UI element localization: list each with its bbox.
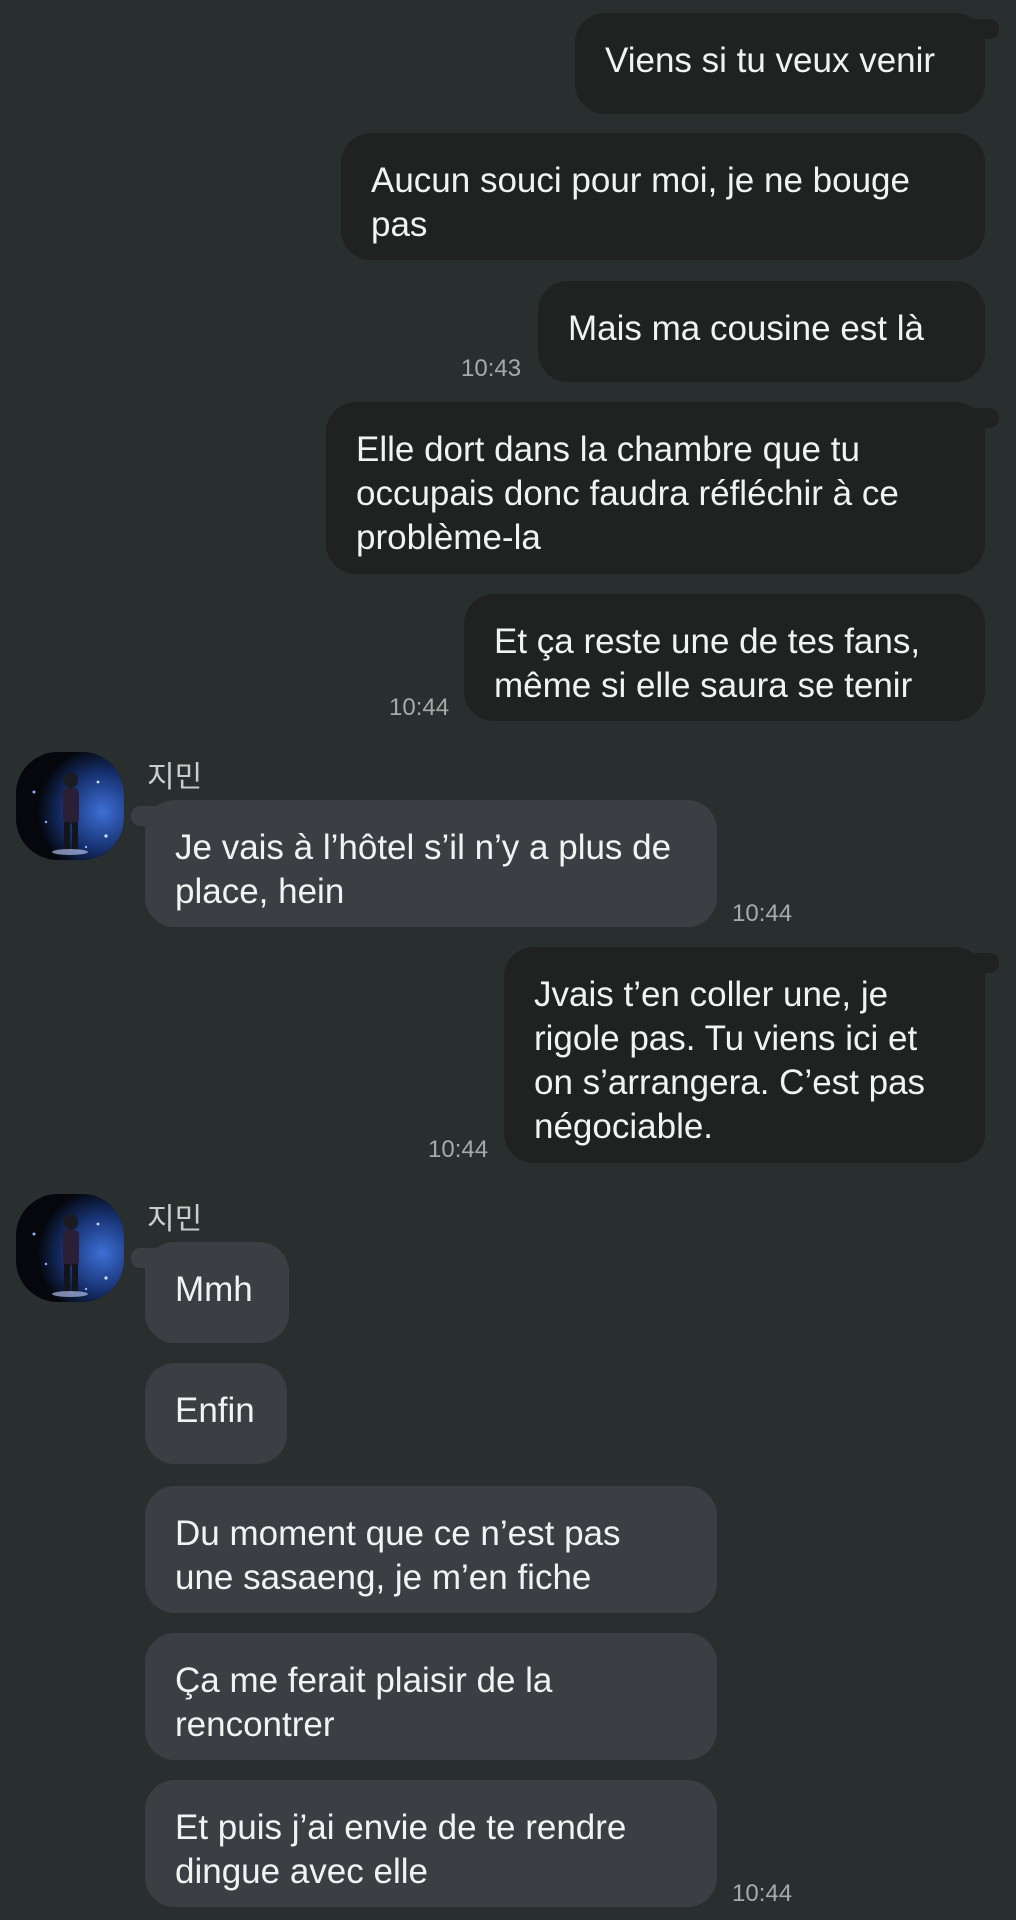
message-bubble-sent[interactable]: Viens si tu veux venir [575,13,999,114]
message-bubble-received[interactable]: Et puis j’ai envie de te rendre dingue a… [145,1780,717,1907]
message-text: Mmh [175,1270,253,1309]
avatar-image [16,752,124,860]
avatar-image [16,1194,124,1302]
message-timestamp: 10:44 [732,900,793,927]
chat-thread[interactable]: Viens si tu veux venir Aucun souci pour … [0,0,1016,1920]
message-text: Ça me ferait plaisir de la rencontrer [175,1661,553,1744]
message-bubble-received[interactable]: Ça me ferait plaisir de la rencontrer [145,1633,717,1760]
sender-name: 지민 [147,760,203,795]
message-bubble-sent[interactable]: Elle dort dans la chambre que tu occupai… [326,402,999,574]
message-text: Mais ma cousine est là [568,309,924,348]
message-bubble-sent[interactable]: Jvais t’en coller une, je rigole pas. Tu… [504,947,999,1163]
avatar-icon[interactable] [16,752,124,860]
message-timestamp: 10:44 [389,694,450,721]
message-text: Viens si tu veux venir [605,41,936,80]
message-text: Et puis j’ai envie de te rendre dingue a… [175,1808,627,1891]
message-text: Elle dort dans la chambre que tu occupai… [356,430,899,557]
message-bubble-received[interactable]: Mmh [131,1242,289,1343]
message-text: Je vais à l’hôtel s’il n’y a plus de pla… [175,828,672,911]
message-bubble-received[interactable]: Du moment que ce n’est pas une sasaeng, … [145,1486,717,1613]
avatar-icon[interactable] [16,1194,124,1302]
message-timestamp: 10:44 [428,1136,489,1163]
message-bubble-received[interactable]: Enfin [145,1363,287,1464]
message-timestamp: 10:43 [461,355,522,382]
message-text: Jvais t’en coller une, je rigole pas. Tu… [534,975,926,1146]
message-text: Et ça reste une de tes fans, même si ell… [494,622,921,705]
message-timestamp: 10:44 [732,1880,793,1907]
message-text: Enfin [175,1391,255,1430]
message-bubble-sent[interactable]: Mais ma cousine est là [538,281,985,382]
message-text: Aucun souci pour moi, je ne bouge pas [371,161,910,244]
message-text: Du moment que ce n’est pas une sasaeng, … [175,1514,621,1597]
sender-name: 지민 [147,1202,203,1237]
message-bubble-received[interactable]: Je vais à l’hôtel s’il n’y a plus de pla… [131,800,717,927]
message-bubble-sent[interactable]: Et ça reste une de tes fans, même si ell… [464,594,985,721]
message-bubble-sent[interactable]: Aucun souci pour moi, je ne bouge pas [341,133,985,260]
